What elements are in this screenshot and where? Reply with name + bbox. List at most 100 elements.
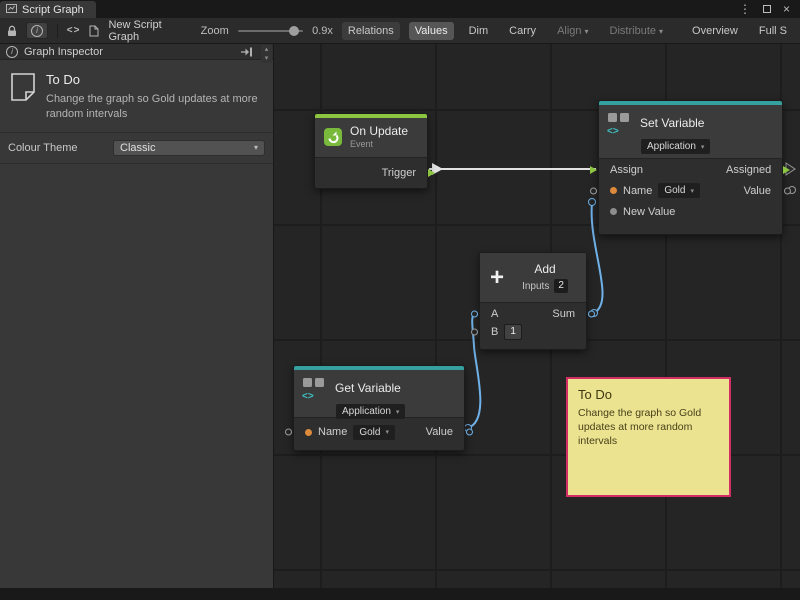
note-title: To Do [46, 72, 258, 87]
variable-name-dropdown[interactable]: Gold ▾ [658, 183, 700, 198]
code-preview-icon[interactable]: <> [67, 25, 81, 36]
note-body: Change the graph so Gold updates at more… [46, 92, 258, 122]
relations-button[interactable]: Relations [342, 22, 400, 40]
node-add[interactable]: + Add Inputs 2 A Sum [479, 252, 587, 350]
chevron-down-icon: ▾ [396, 408, 400, 416]
node-header: <> Get Variable Application ▾ [294, 370, 464, 418]
scroll-up-icon[interactable]: ▴ [265, 45, 269, 54]
graph-toolbar: i <> New Script Graph Zoom 0.9x Relation… [0, 18, 800, 44]
node-header: On Update Event [315, 118, 427, 158]
tab-label: Script Graph [22, 4, 84, 16]
value-out-port[interactable] [784, 187, 791, 194]
variable-scope-dropdown[interactable]: Application ▾ [641, 139, 710, 154]
carry-button[interactable]: Carry [503, 22, 542, 40]
sticky-note-icon [10, 72, 36, 122]
zoom-label: Zoom [201, 25, 229, 37]
variable-name-value: Gold [359, 427, 380, 438]
sticky-note[interactable]: To Do Change the graph so Gold updates a… [566, 377, 731, 497]
graph-canvas[interactable]: On Update Event Trigger [274, 44, 800, 588]
assign-row: Assign Assigned [599, 159, 782, 180]
main-area: i Graph Inspector ▴ ▾ To Do Change the g… [0, 44, 800, 588]
info-icon: i [31, 25, 43, 37]
distribute-dropdown[interactable]: Distribute▾ [604, 22, 669, 40]
node-get-variable[interactable]: <> Get Variable Application ▾ Name [293, 365, 465, 451]
inspector-note: To Do Change the graph so Gold updates a… [0, 60, 273, 132]
value-port-label: Value [744, 185, 771, 197]
string-literal-dot [610, 187, 617, 194]
trigger-flow-out-port[interactable] [428, 169, 435, 177]
name-value-in-port[interactable] [590, 187, 597, 194]
name-row: Name Gold ▾ Value [294, 420, 464, 444]
variable-scope-dropdown[interactable]: Application ▾ [336, 404, 405, 419]
port-a-row: A Sum [480, 305, 586, 323]
align-dropdown[interactable]: Align ▾ [551, 22, 594, 40]
colour-theme-value: Classic [120, 142, 155, 154]
a-port-label: A [491, 308, 498, 320]
wire-endpoint [589, 199, 596, 206]
dock-panel-icon[interactable] [240, 47, 253, 57]
graph-inspector-panel: i Graph Inspector ▴ ▾ To Do Change the g… [0, 44, 274, 588]
sum-value-out-port[interactable] [588, 311, 595, 318]
window-tab-bar: Script Graph ⋮ × [0, 0, 800, 18]
chevron-down-icon: ▾ [690, 187, 694, 195]
node-on-update[interactable]: On Update Event Trigger [314, 113, 428, 189]
inputs-count[interactable]: 2 [554, 279, 568, 293]
zoom-slider[interactable] [238, 30, 303, 32]
inspector-header: i Graph Inspector [0, 44, 273, 60]
sticky-note-title: To Do [578, 387, 719, 402]
node-set-variable[interactable]: <> Set Variable Application ▾ Assign Ass… [598, 100, 783, 235]
node-title: Add [534, 262, 555, 276]
dim-button[interactable]: Dim [463, 22, 495, 40]
align-label: Align [557, 25, 581, 37]
a-value-in-port[interactable] [471, 311, 478, 318]
name-value-in-port[interactable] [285, 429, 292, 436]
b-value-in-port[interactable] [471, 329, 478, 336]
node-body: Assign Assigned Name Gold ▾ Value [599, 159, 782, 234]
assign-port-label: Assign [610, 164, 643, 176]
overview-button[interactable]: Overview [686, 22, 744, 40]
scope-value: Application [647, 141, 696, 152]
note-text: To Do Change the graph so Gold updates a… [46, 72, 258, 122]
status-bar [0, 588, 800, 600]
scroll-down-icon[interactable]: ▾ [265, 54, 269, 63]
menu-icon[interactable]: ⋮ [739, 3, 751, 15]
zoom-slider-thumb[interactable] [289, 26, 299, 36]
trigger-port-label: Trigger [382, 167, 416, 179]
window-controls: ⋮ × [739, 0, 800, 18]
maximize-icon[interactable] [763, 5, 771, 13]
assigned-port-label: Assigned [726, 164, 771, 176]
lock-icon[interactable] [7, 25, 17, 37]
inspector-scrollbar[interactable]: ▴ ▾ [261, 45, 272, 63]
assigned-flow-out-port[interactable] [783, 166, 790, 174]
b-port-label: B [491, 326, 498, 338]
info-icon: i [6, 46, 18, 58]
close-icon[interactable]: × [783, 3, 790, 15]
plus-icon: + [490, 268, 504, 288]
string-literal-dot [305, 429, 312, 436]
node-title: On Update [350, 124, 408, 138]
value-literal-dot [610, 208, 617, 215]
variable-name-dropdown[interactable]: Gold ▾ [353, 425, 395, 440]
b-value-field[interactable]: 1 [504, 324, 522, 340]
colour-theme-dropdown[interactable]: Classic ▾ [113, 140, 265, 156]
value-out-port[interactable] [466, 429, 473, 436]
inputs-label: Inputs [522, 281, 549, 292]
inspector-title: Graph Inspector [24, 46, 103, 58]
graph-file-icon [89, 25, 99, 37]
chevron-down-icon: ▾ [701, 143, 705, 151]
tab-script-graph[interactable]: Script Graph [0, 1, 96, 18]
values-button[interactable]: Values [409, 22, 454, 40]
node-body: Name Gold ▾ Value [294, 418, 464, 450]
code-icon: <> [302, 391, 314, 402]
name-label: Name [623, 185, 652, 197]
chevron-down-icon: ▾ [585, 27, 589, 36]
fullscreen-button[interactable]: Full S [753, 22, 793, 40]
variable-name-value: Gold [664, 185, 685, 196]
graph-name: New Script Graph [108, 19, 177, 43]
node-subtitle: Event [350, 139, 408, 149]
toolbar-separator [57, 24, 58, 38]
inspector-toggle-button[interactable]: i [26, 22, 48, 39]
variable-icon: <> [607, 111, 633, 135]
assign-flow-in-port[interactable] [590, 166, 597, 174]
chevron-down-icon: ▾ [659, 27, 663, 36]
